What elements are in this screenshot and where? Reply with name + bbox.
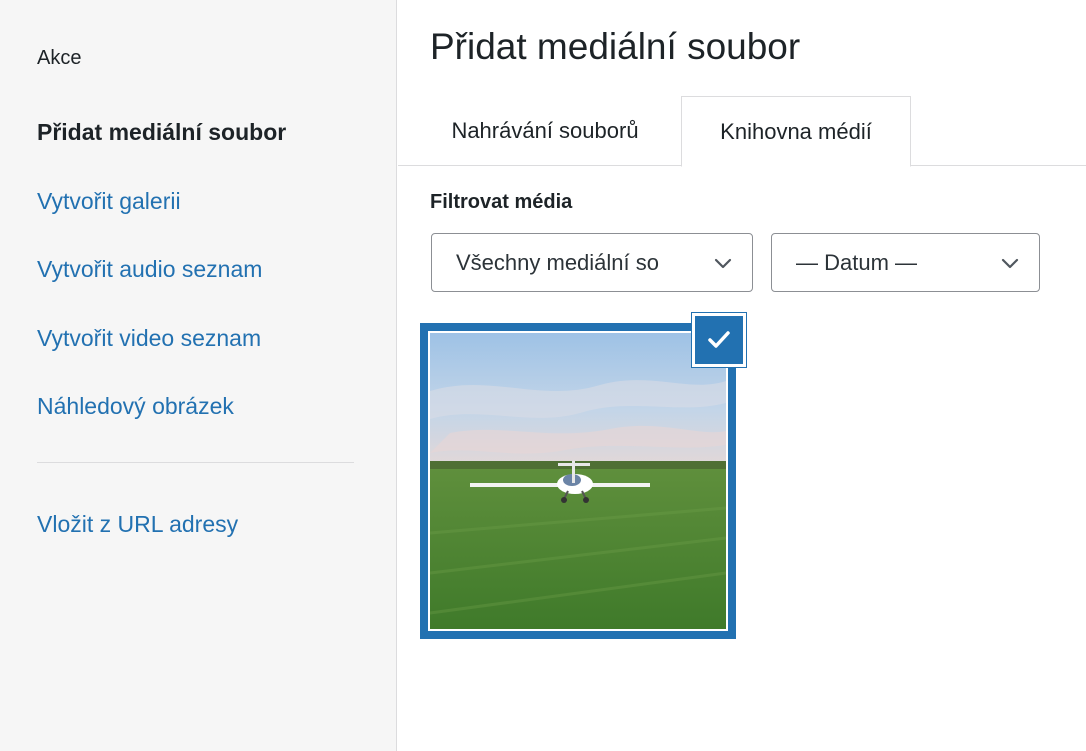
chevron-down-icon [1001,258,1019,269]
sidebar-item-create-gallery[interactable]: Vytvořit galerii [37,188,181,215]
attachment-image [430,333,726,629]
media-type-filter-value: Všechny mediální so [456,249,659,275]
filter-media-label: Filtrovat média [430,191,573,213]
media-frame-content: Přidat mediální soubor Nahrávání souborů… [398,0,1086,751]
check-icon [708,331,730,348]
sidebar-item-add-media[interactable]: Přidat mediální soubor [37,119,286,146]
sidebar-item-featured-image[interactable]: Náhledový obrázek [37,393,234,420]
tab-media-library[interactable]: Knihovna médií [681,96,911,167]
media-router-tabs: Nahrávání souborů Knihovna médií [398,96,1086,167]
attachment-selected-checkbox[interactable] [692,313,746,367]
date-filter-value: — Datum — [796,249,918,275]
media-type-filter-select[interactable]: Všechny mediální so [431,233,753,292]
page-title: Přidat mediální soubor [430,26,801,67]
sidebar-separator [37,462,354,463]
media-modal-sidebar: Akce Přidat mediální soubor Vytvořit gal… [0,0,397,751]
attachment-thumbnail[interactable] [420,323,736,639]
sidebar-item-create-audio-playlist[interactable]: Vytvořit audio seznam [37,256,262,283]
chevron-down-icon [712,252,734,274]
date-filter-select[interactable]: — Datum — [771,233,1040,292]
sidebar-item-create-video-playlist[interactable]: Vytvořit video seznam [37,325,261,352]
sidebar-item-insert-from-url[interactable]: Vložit z URL adresy [37,511,238,538]
sidebar-heading: Akce [37,47,82,69]
tab-upload-files[interactable]: Nahrávání souborů [410,96,680,166]
